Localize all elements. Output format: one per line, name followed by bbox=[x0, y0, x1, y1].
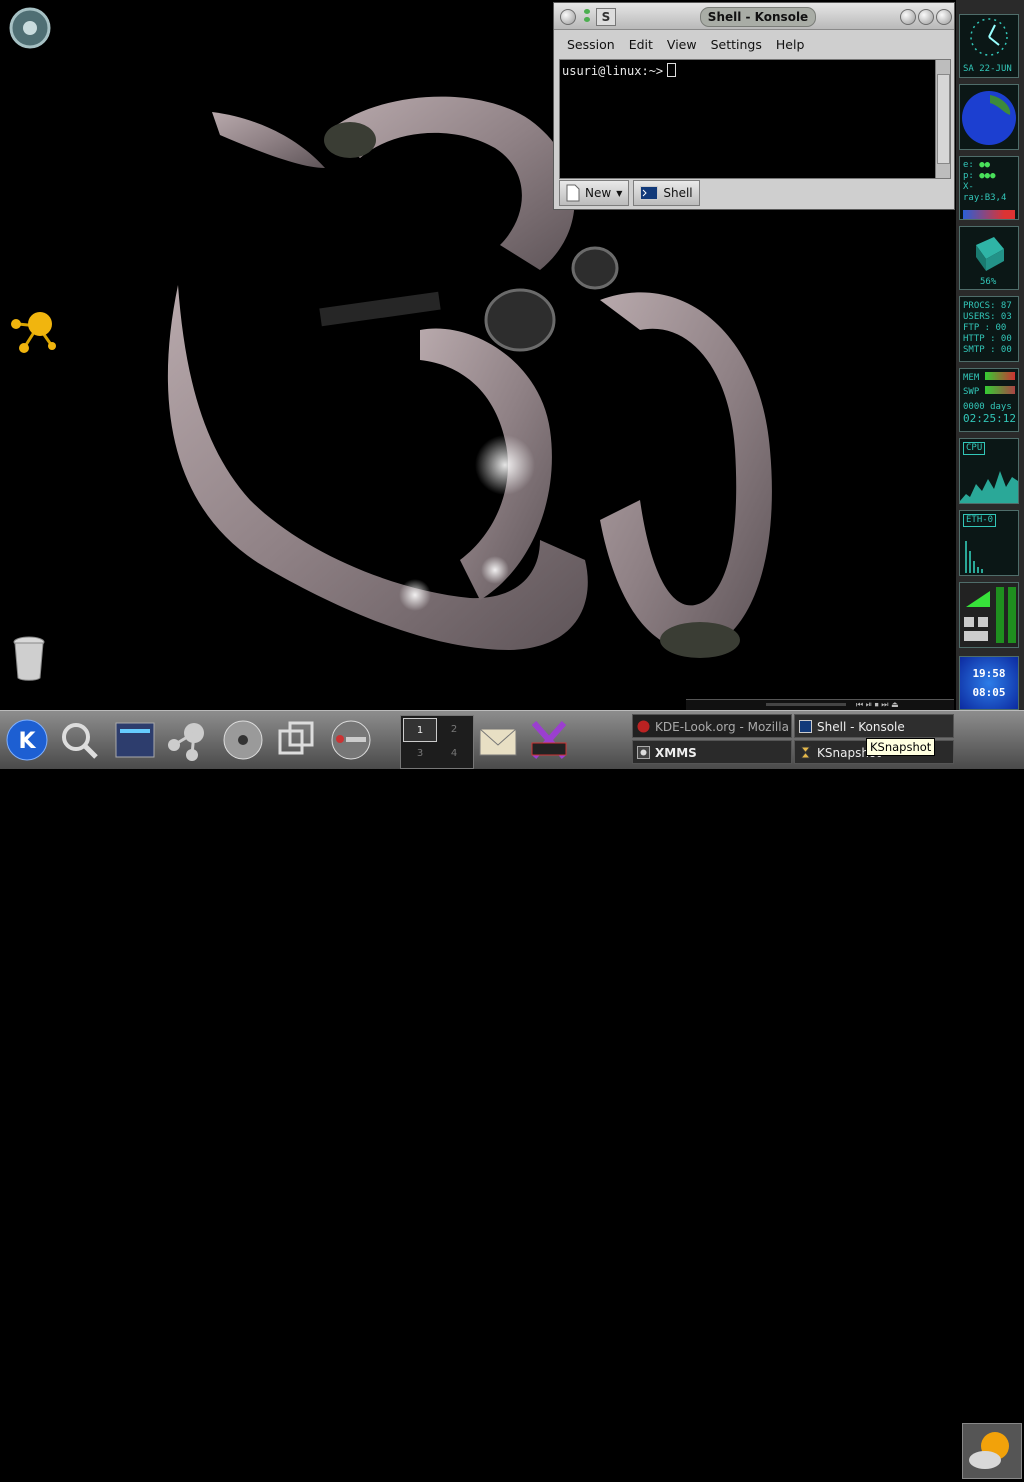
window-titlebar[interactable]: S Shell - Konsole bbox=[554, 3, 954, 30]
cd-player-icon[interactable] bbox=[220, 717, 266, 763]
desktop-3[interactable]: 3 bbox=[403, 742, 437, 766]
svg-text:K: K bbox=[18, 729, 36, 754]
earth-globe-icon bbox=[962, 91, 1016, 145]
memory-applet[interactable]: MEM SWP 0000 days 02:25:12 bbox=[959, 368, 1019, 432]
hourglass-icon bbox=[799, 746, 812, 759]
shell-session-tab[interactable]: Shell bbox=[633, 180, 700, 206]
task-xmms[interactable]: XMMS bbox=[632, 740, 792, 764]
terminal-icon bbox=[640, 186, 659, 200]
ksnapshot-tooltip: KSnapshot bbox=[866, 738, 936, 756]
scrollbar-thumb[interactable] bbox=[937, 74, 950, 164]
cpu-applet[interactable]: CPU bbox=[959, 438, 1019, 504]
cube-icon bbox=[976, 237, 1004, 271]
mail-envelope-icon[interactable] bbox=[476, 717, 522, 763]
terminal-scrollbar[interactable] bbox=[935, 60, 950, 178]
level-meter-icon bbox=[963, 210, 1015, 219]
menu-settings[interactable]: Settings bbox=[711, 37, 762, 52]
task-xmms-label: XMMS bbox=[655, 746, 697, 760]
mem-bar bbox=[984, 372, 1015, 380]
window-title: Shell - Konsole bbox=[700, 7, 816, 27]
new-document-icon bbox=[566, 184, 580, 202]
xmms-controls-icon[interactable]: ⏮ ⏯ ⏹ ⏭ ⏏ bbox=[856, 700, 899, 710]
xmms-mini-player[interactable]: ⏮ ⏯ ⏹ ⏭ ⏏ bbox=[686, 699, 954, 710]
menu-help[interactable]: Help bbox=[776, 37, 805, 52]
shell-prompt: usuri@linux:~> bbox=[562, 64, 664, 78]
task-mozilla-label: KDE-Look.org - Mozilla bbox=[655, 720, 789, 734]
time-primary: 19:58 bbox=[972, 667, 1006, 680]
users-line: USERS: 03 bbox=[963, 312, 1012, 322]
mem-label: MEM bbox=[963, 373, 980, 383]
sticky-icon[interactable] bbox=[584, 9, 592, 23]
task-konsole[interactable]: Shell - Konsole bbox=[794, 714, 954, 738]
ftp-line: FTP : 00 bbox=[963, 323, 1007, 333]
cube-percent: 56% bbox=[980, 277, 997, 287]
control-center-icon[interactable] bbox=[112, 717, 158, 763]
menubar: Session Edit View Settings Help bbox=[554, 30, 954, 58]
minimize-button[interactable] bbox=[900, 9, 916, 25]
cube-wireframe-icon[interactable] bbox=[274, 717, 320, 763]
terminal-area[interactable]: usuri@linux:~> bbox=[559, 59, 951, 179]
mozilla-icon bbox=[637, 720, 650, 733]
maximize-button[interactable] bbox=[918, 9, 934, 25]
mail-xray-applet[interactable]: e: ●● p: ●●● X-ray:B3,4 bbox=[959, 156, 1019, 220]
weather-sun-cloud-icon bbox=[969, 1432, 1009, 1469]
analog-clock-icon bbox=[970, 18, 1008, 56]
window-menu-button[interactable] bbox=[560, 9, 576, 25]
xmms-icon bbox=[637, 746, 650, 759]
konsole-s-icon: S bbox=[596, 8, 616, 26]
trash-can-icon[interactable] bbox=[10, 634, 48, 682]
http-line: HTTP : 00 bbox=[963, 334, 1012, 344]
xray-label: X-ray: bbox=[963, 182, 985, 203]
desktop-4[interactable]: 4 bbox=[437, 742, 471, 766]
clock-day: SA bbox=[963, 64, 974, 74]
right-dock: SA 22-JUN e: ●● p: ●●● X-ray:B3,4 56% PR… bbox=[956, 0, 1024, 710]
network-molecule-icon[interactable] bbox=[8, 306, 56, 354]
cube-applet[interactable]: 56% bbox=[959, 226, 1019, 290]
desktop-pager: 1 2 3 4 bbox=[400, 715, 474, 769]
smtp-line: SMTP : 00 bbox=[963, 345, 1012, 355]
web-browser-icon[interactable] bbox=[328, 717, 374, 763]
uptime-value: 02:25:12 bbox=[963, 412, 1016, 425]
desktop-1[interactable]: 1 bbox=[403, 718, 437, 742]
time-secondary: 08:05 bbox=[972, 686, 1006, 699]
menu-session[interactable]: Session bbox=[567, 37, 615, 52]
digital-clock-applet[interactable]: 19:58 08:05 bbox=[959, 656, 1019, 710]
mail-line2: p: bbox=[963, 171, 974, 181]
procs-line: PROCS: 87 bbox=[963, 301, 1012, 311]
task-mozilla[interactable]: KDE-Look.org - Mozilla bbox=[632, 714, 792, 738]
weather-applet[interactable] bbox=[962, 1423, 1022, 1479]
clock-date: 22-JUN bbox=[979, 64, 1012, 74]
terminal-cursor bbox=[667, 63, 677, 77]
network-browser-icon[interactable] bbox=[164, 717, 210, 763]
shell-tab-label: Shell bbox=[663, 186, 693, 200]
xmms-seek-track[interactable] bbox=[766, 703, 846, 706]
dropdown-arrow-icon: ▼ bbox=[616, 188, 623, 198]
task-konsole-label: Shell - Konsole bbox=[817, 720, 905, 734]
find-files-icon[interactable] bbox=[56, 717, 102, 763]
xray-value: B3,4 bbox=[984, 193, 1007, 203]
new-session-button[interactable]: New ▼ bbox=[559, 180, 630, 206]
new-session-label: New bbox=[585, 186, 612, 200]
process-monitor-applet[interactable]: PROCS: 87 USERS: 03 FTP : 00 HTTP : 00 S… bbox=[959, 296, 1019, 362]
x-chat-icon[interactable] bbox=[526, 717, 572, 763]
menu-edit[interactable]: Edit bbox=[629, 37, 653, 52]
kde-menu-icon[interactable]: K bbox=[4, 717, 50, 763]
session-tabbar: New ▼ Shell bbox=[559, 180, 700, 206]
network-applet[interactable]: ETH-0 bbox=[959, 510, 1019, 576]
menu-view[interactable]: View bbox=[667, 37, 697, 52]
mixer-applet[interactable] bbox=[959, 582, 1019, 648]
clock-applet[interactable]: SA 22-JUN bbox=[959, 14, 1019, 78]
cpu-label: CPU bbox=[963, 442, 986, 455]
konsole-window[interactable]: S Shell - Konsole Session Edit View Sett… bbox=[553, 2, 955, 210]
volume-icon bbox=[964, 587, 1016, 643]
swap-bar bbox=[984, 386, 1015, 394]
globe-applet[interactable] bbox=[959, 84, 1019, 150]
kde-home-icon[interactable] bbox=[8, 6, 52, 50]
eth-label: ETH-0 bbox=[963, 514, 997, 527]
mail-line1: e: bbox=[963, 160, 974, 170]
desktop-2[interactable]: 2 bbox=[437, 718, 471, 742]
swap-label: SWP bbox=[963, 387, 980, 397]
close-button[interactable] bbox=[936, 9, 952, 25]
konsole-icon bbox=[799, 720, 812, 733]
